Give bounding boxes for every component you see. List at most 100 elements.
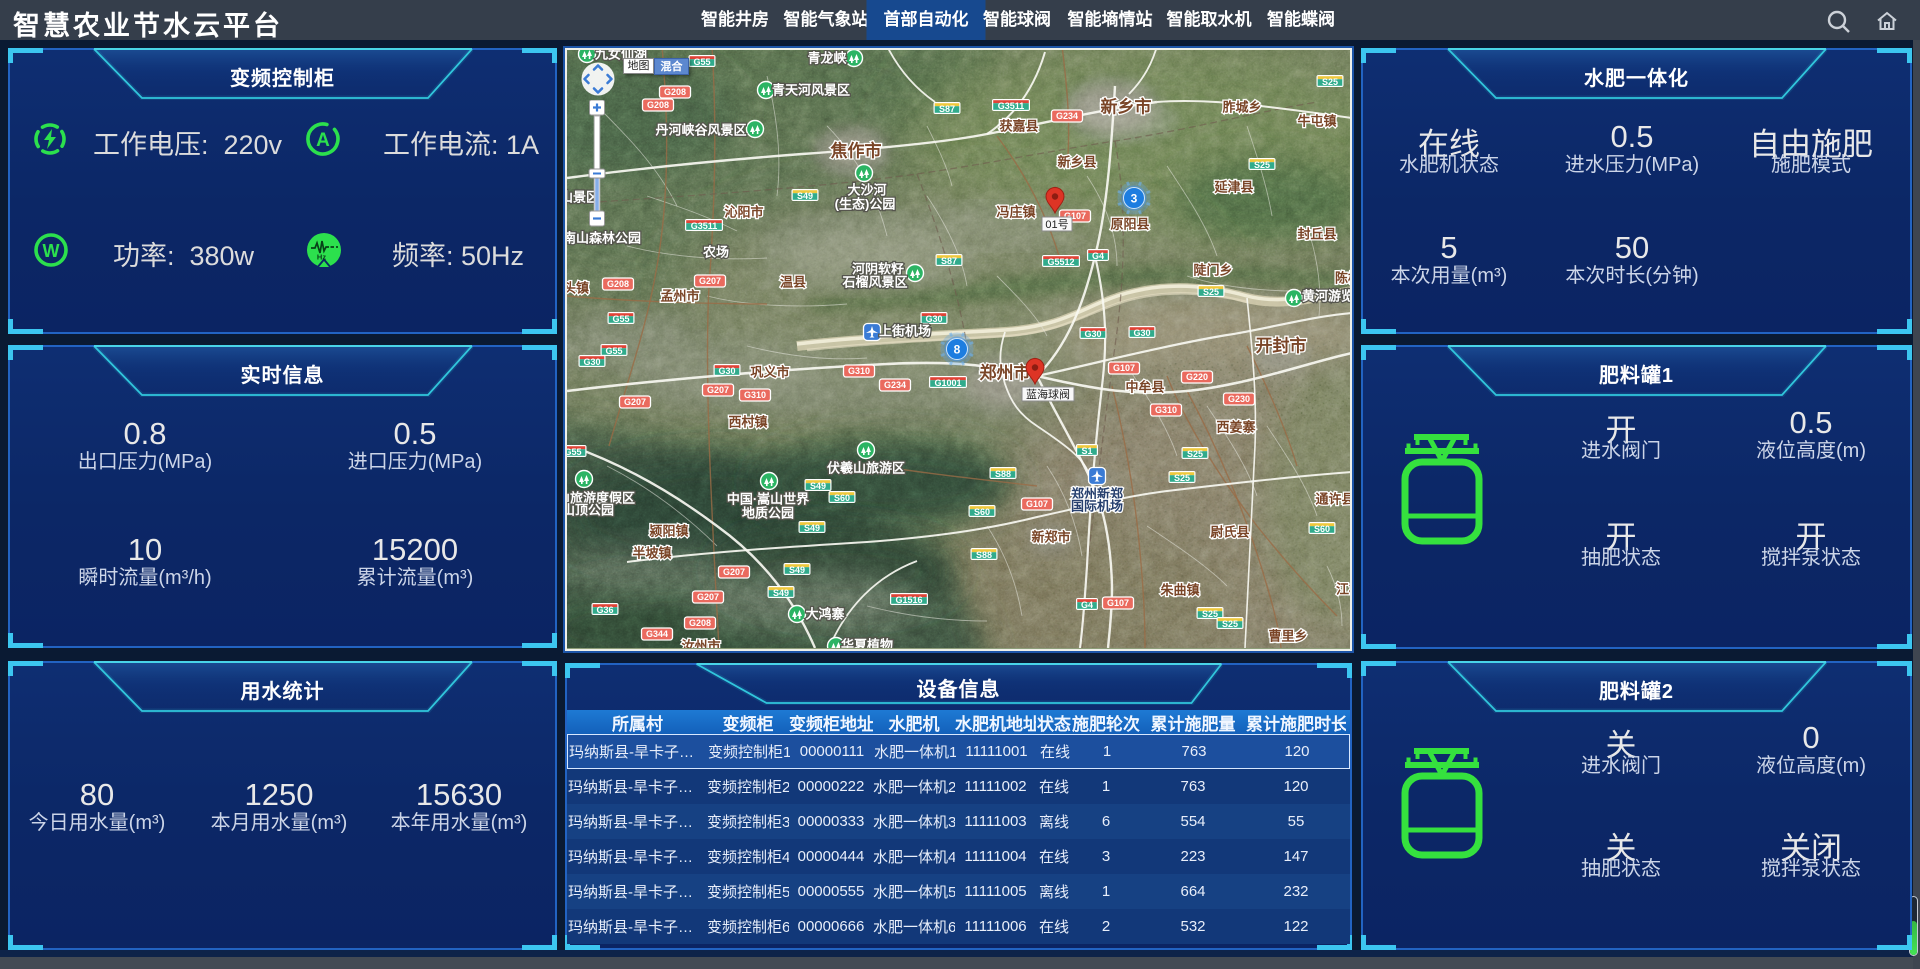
svg-text:通许县: 通许县	[1315, 492, 1350, 507]
svg-text:获嘉县: 获嘉县	[999, 119, 1038, 134]
svg-text:W: W	[43, 241, 60, 261]
svg-text:G208: G208	[647, 100, 669, 110]
svg-text:G30: G30	[1084, 329, 1101, 339]
svg-text:G207: G207	[624, 397, 646, 407]
svg-text:石榴风景区: 石榴风景区	[841, 275, 907, 290]
svg-text:G3511: G3511	[998, 101, 1025, 111]
svg-text:西姜寨: 西姜寨	[1216, 420, 1255, 435]
svg-text:G230: G230	[1228, 394, 1250, 404]
svg-text:S49: S49	[810, 481, 826, 491]
svg-text:G55: G55	[612, 314, 629, 324]
svg-text:大沙河: 大沙河	[847, 183, 886, 198]
svg-text:S49: S49	[797, 191, 813, 201]
svg-text:G207: G207	[707, 385, 729, 395]
svg-text:G4: G4	[1092, 251, 1104, 261]
svg-text:S1: S1	[1081, 446, 1092, 456]
svg-text:青天河风景区: 青天河风景区	[772, 83, 850, 98]
svg-text:G207: G207	[697, 592, 719, 602]
svg-text:G207: G207	[723, 567, 745, 577]
svg-text:(生态)公园: (生态)公园	[835, 197, 896, 212]
svg-text:S25: S25	[1187, 449, 1203, 459]
svg-text:G55: G55	[605, 346, 622, 356]
svg-text:G55: G55	[693, 57, 710, 67]
svg-text:焦作市: 焦作市	[830, 141, 882, 161]
svg-text:郑州市: 郑州市	[980, 363, 1031, 383]
svg-text:S49: S49	[773, 588, 789, 598]
svg-text:G5512: G5512	[1047, 257, 1074, 267]
svg-text:G30: G30	[1133, 328, 1150, 338]
svg-text:巩义市: 巩义市	[750, 365, 789, 380]
svg-text:青龙峡: 青龙峡	[807, 51, 847, 66]
svg-text:G1516: G1516	[895, 595, 922, 605]
svg-text:G30: G30	[583, 357, 600, 367]
svg-text:G208: G208	[607, 279, 629, 289]
svg-text:冯庄镇: 冯庄镇	[996, 205, 1035, 220]
svg-text:温县: 温县	[780, 275, 806, 290]
svg-text:G344: G344	[646, 629, 668, 639]
svg-text:8: 8	[954, 343, 961, 357]
svg-text:黄河游览: 黄河游览	[1302, 289, 1350, 304]
svg-text:朱曲镇: 朱曲镇	[1159, 583, 1199, 598]
svg-text:S49: S49	[804, 523, 820, 533]
svg-text:农场: 农场	[702, 245, 729, 260]
svg-text:曹里乡: 曹里乡	[1268, 629, 1307, 644]
svg-text:S60: S60	[974, 507, 990, 517]
svg-text:S25: S25	[1202, 609, 1218, 619]
svg-text:新乡县: 新乡县	[1057, 155, 1096, 170]
svg-text:S60: S60	[834, 493, 850, 503]
svg-text:Hz: Hz	[317, 253, 326, 262]
svg-text:南山森林公园: 南山森林公园	[567, 231, 641, 246]
svg-text:G207: G207	[699, 276, 721, 286]
svg-text:G30: G30	[925, 314, 942, 324]
svg-text:G310: G310	[848, 366, 870, 376]
svg-text:G3511: G3511	[691, 221, 718, 231]
svg-text:S25: S25	[1174, 473, 1190, 483]
svg-text:开封市: 开封市	[1256, 336, 1307, 356]
svg-text:S25: S25	[1254, 160, 1270, 170]
svg-text:沁阳市: 沁阳市	[724, 205, 763, 220]
svg-text:G234: G234	[1056, 111, 1078, 121]
svg-text:原阳县: 原阳县	[1110, 217, 1149, 232]
svg-text:孟州市: 孟州市	[660, 289, 699, 304]
svg-text:新郑市: 新郑市	[1031, 530, 1070, 545]
svg-text:S25: S25	[1203, 287, 1219, 297]
svg-text:国际机场: 国际机场	[1071, 499, 1123, 514]
svg-text:G107: G107	[1113, 363, 1135, 373]
svg-text:S87: S87	[939, 104, 955, 114]
svg-text:山顶公园: 山顶公园	[567, 503, 614, 518]
svg-text:中国·嵩山世界: 中国·嵩山世界	[727, 492, 809, 507]
svg-text:陡门乡: 陡门乡	[1193, 263, 1232, 278]
svg-text:S25: S25	[1222, 619, 1238, 629]
svg-text:G4: G4	[1081, 600, 1093, 610]
svg-text:G234: G234	[884, 380, 906, 390]
svg-text:S87: S87	[941, 256, 957, 266]
svg-text:延津县: 延津县	[1213, 180, 1253, 195]
svg-text:封丘县: 封丘县	[1297, 227, 1336, 242]
svg-text:3: 3	[1131, 192, 1138, 206]
svg-text:牛屯镇: 牛屯镇	[1297, 114, 1336, 129]
svg-text:S88: S88	[976, 550, 992, 560]
svg-text:颍阳镇: 颍阳镇	[649, 524, 688, 539]
svg-text:G107: G107	[1107, 598, 1129, 608]
svg-text:S49: S49	[789, 565, 805, 575]
svg-text:G30: G30	[718, 366, 735, 376]
svg-text:S60: S60	[1314, 524, 1330, 534]
svg-text:尉氏县: 尉氏县	[1210, 525, 1249, 540]
svg-text:地质公园: 地质公园	[742, 506, 794, 521]
svg-text:S88: S88	[995, 469, 1011, 479]
svg-text:胙城乡: 胙城乡	[1222, 100, 1261, 115]
svg-text:G310: G310	[744, 390, 766, 400]
svg-text:01号: 01号	[1045, 218, 1068, 231]
svg-text:G55: G55	[567, 447, 582, 457]
svg-text:G36: G36	[596, 605, 613, 615]
svg-text:蓝海球阀: 蓝海球阀	[1026, 387, 1070, 401]
svg-text:中牟县: 中牟县	[1125, 380, 1164, 395]
svg-text:西村镇: 西村镇	[728, 415, 767, 430]
svg-text:G208: G208	[689, 618, 711, 628]
svg-text:G310: G310	[1155, 405, 1177, 415]
svg-text:头镇: 头镇	[567, 281, 589, 296]
svg-text:S25: S25	[1322, 77, 1338, 87]
svg-text:A: A	[316, 130, 330, 151]
svg-text:半坡镇: 半坡镇	[632, 546, 671, 561]
svg-text:伏羲山旅游区: 伏羲山旅游区	[827, 461, 905, 476]
